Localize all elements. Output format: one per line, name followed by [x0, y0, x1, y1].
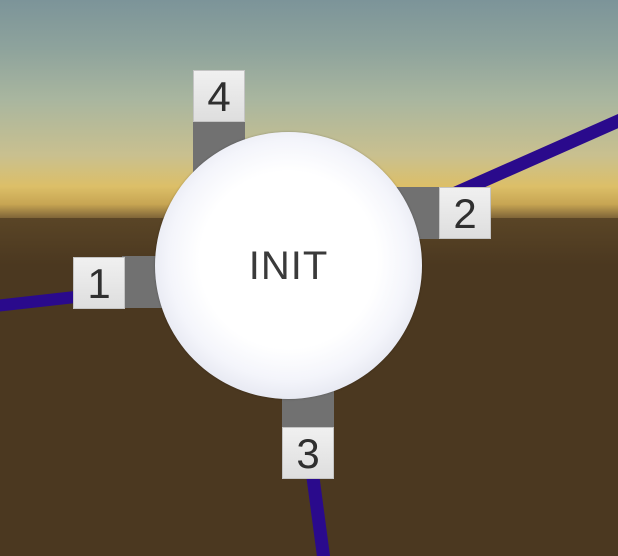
port-3-label[interactable]: 3 — [282, 427, 334, 479]
port-4-label[interactable]: 4 — [193, 70, 245, 122]
game-viewport[interactable]: INIT 4 2 1 3 — [0, 0, 618, 556]
wire-port-3[interactable] — [305, 469, 331, 556]
port-1-label[interactable]: 1 — [73, 257, 125, 309]
node-label: INIT — [248, 244, 329, 288]
port-2-label[interactable]: 2 — [439, 187, 491, 239]
